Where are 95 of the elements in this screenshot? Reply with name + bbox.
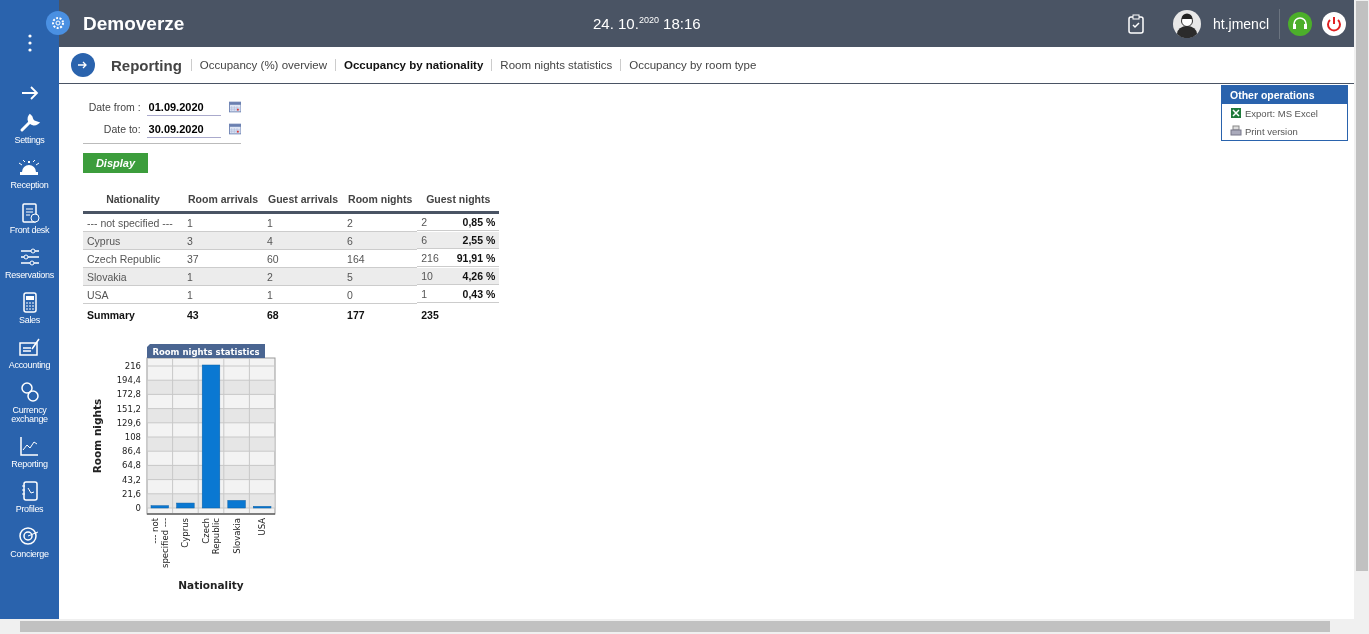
- y-tick-label: 216: [124, 361, 141, 371]
- settings-icon[interactable]: [46, 11, 70, 35]
- y-axis-title: Room nights: [91, 398, 103, 474]
- date-time: 24. 10.$^{2020}$ 18:16: [593, 15, 701, 32]
- y-tick-label: 194,4: [116, 375, 141, 386]
- column-header: Room nights: [343, 189, 418, 213]
- panel-title: Other operations: [1222, 86, 1347, 104]
- power-icon[interactable]: [1322, 11, 1346, 36]
- table-cell: 2: [343, 212, 418, 232]
- y-tick-label: 0: [135, 503, 141, 513]
- summary-cell: 43: [183, 303, 264, 326]
- app-name: Demoverze: [83, 12, 186, 35]
- arrow-icon[interactable]: [20, 86, 39, 100]
- guest-nights-value: 1: [421, 287, 428, 300]
- sidebar-item[interactable]: Sales: [17, 290, 42, 325]
- table-cell: --- not specified ---: [83, 212, 183, 232]
- table-cell: Czech Republic: [83, 249, 183, 268]
- display-button[interactable]: Display: [83, 153, 148, 173]
- table-cell: USA: [83, 285, 183, 304]
- x-tick-label: --- not specified ---: [149, 518, 170, 568]
- share-value: 2,55 %: [462, 233, 496, 246]
- summary-cell: 177: [343, 303, 418, 326]
- field-label: Date from :: [87, 101, 141, 113]
- arrow-icon: [78, 61, 88, 69]
- y-tick-label: 108: [124, 432, 141, 442]
- bar: [176, 502, 195, 509]
- y-tick-label: 43,2: [122, 474, 141, 485]
- table-cell: 1: [263, 285, 344, 304]
- x-tick-label: Czech Republic: [201, 518, 221, 555]
- sidebar-item[interactable]: Reception: [10, 155, 49, 190]
- username[interactable]: ht.jmencl: [1212, 15, 1269, 32]
- x-tick-label: Cyprus: [180, 518, 191, 548]
- spreadsheet-icon: [1230, 107, 1242, 119]
- field-label: Date to:: [102, 123, 141, 135]
- sidebar-item[interactable]: Profiles: [15, 479, 44, 514]
- tab[interactable]: Occupancy by room type: [620, 59, 765, 71]
- y-tick-label: 129,6: [116, 417, 141, 428]
- sidebar-item[interactable]: Accounting: [8, 335, 51, 370]
- chart-title: Room nights statistics: [147, 344, 265, 358]
- tab[interactable]: Occupancy by nationality: [335, 59, 492, 71]
- share-value: 4,26 %: [462, 269, 496, 282]
- sidebar-item[interactable]: Settings: [14, 110, 45, 145]
- y-tick-label: 64,8: [122, 460, 141, 471]
- table-cell: 37: [183, 249, 264, 268]
- table-cell: 1: [183, 212, 264, 232]
- table-cell: 164: [343, 249, 418, 268]
- guest-nights-value: 10: [421, 269, 433, 282]
- y-tick-label: 86,4: [122, 446, 141, 457]
- table-cell: 1: [183, 285, 264, 304]
- column-header: Room arrivals: [183, 189, 264, 213]
- clipboard-icon[interactable]: [1126, 13, 1145, 34]
- printer-icon: [1230, 125, 1242, 137]
- sidebar-item[interactable]: Reservations: [5, 245, 54, 280]
- y-tick-label: 172,8: [116, 389, 141, 400]
- x-tick-label: USA: [257, 518, 268, 536]
- tab[interactable]: Room nights statistics: [491, 59, 621, 71]
- summary-cell: 68: [263, 303, 344, 326]
- guest-nights-value: 2: [421, 216, 428, 228]
- summary-cell: 235: [417, 303, 500, 326]
- operation-link[interactable]: Export: MS Excel: [1222, 104, 1347, 122]
- sidebar-item[interactable]: Reporting: [11, 434, 48, 469]
- operation-link[interactable]: Print version: [1222, 122, 1347, 140]
- column-header: Guest arrivals: [263, 189, 344, 213]
- forward-button[interactable]: [71, 53, 95, 77]
- menu-icon[interactable]: [27, 33, 32, 53]
- x-axis-title: Nationality: [178, 579, 244, 591]
- bar: [227, 500, 246, 509]
- scrollbar[interactable]: [1354, 0, 1369, 619]
- sidebar-item[interactable]: Concierge: [10, 524, 49, 559]
- headset-icon[interactable]: [1288, 11, 1312, 36]
- share-value: 0,43 %: [462, 287, 496, 300]
- calendar-icon[interactable]: [228, 101, 241, 113]
- guest-nights-value: 6: [421, 233, 428, 246]
- y-tick-label: 151,2: [116, 403, 141, 414]
- x-tick-label: Slovakia: [231, 518, 242, 554]
- scrollbar[interactable]: [0, 619, 1369, 634]
- share-value: 0,85 %: [462, 216, 496, 228]
- bar: [150, 505, 169, 509]
- column-header: Guest nights: [417, 189, 500, 213]
- summary-cell: Summary: [83, 303, 183, 326]
- y-tick-label: 21,6: [122, 488, 141, 499]
- sidebar-item[interactable]: Currency exchange: [0, 380, 59, 424]
- bar: [253, 506, 272, 509]
- column-header: Nationality: [83, 189, 183, 213]
- calendar-icon[interactable]: [228, 123, 241, 135]
- share-value: 91,91 %: [456, 251, 496, 264]
- avatar-icon[interactable]: [1172, 9, 1201, 38]
- sidebar-item[interactable]: Front desk: [9, 200, 50, 235]
- tab[interactable]: Occupancy (%) overview: [190, 59, 335, 71]
- table-cell: 0: [343, 285, 418, 304]
- table-cell: 1: [263, 212, 344, 232]
- guest-nights-value: 216: [421, 251, 439, 264]
- page-title: Reporting: [111, 56, 182, 74]
- chart-title: Room nights statistics: [152, 347, 260, 357]
- table-cell: 60: [263, 249, 344, 268]
